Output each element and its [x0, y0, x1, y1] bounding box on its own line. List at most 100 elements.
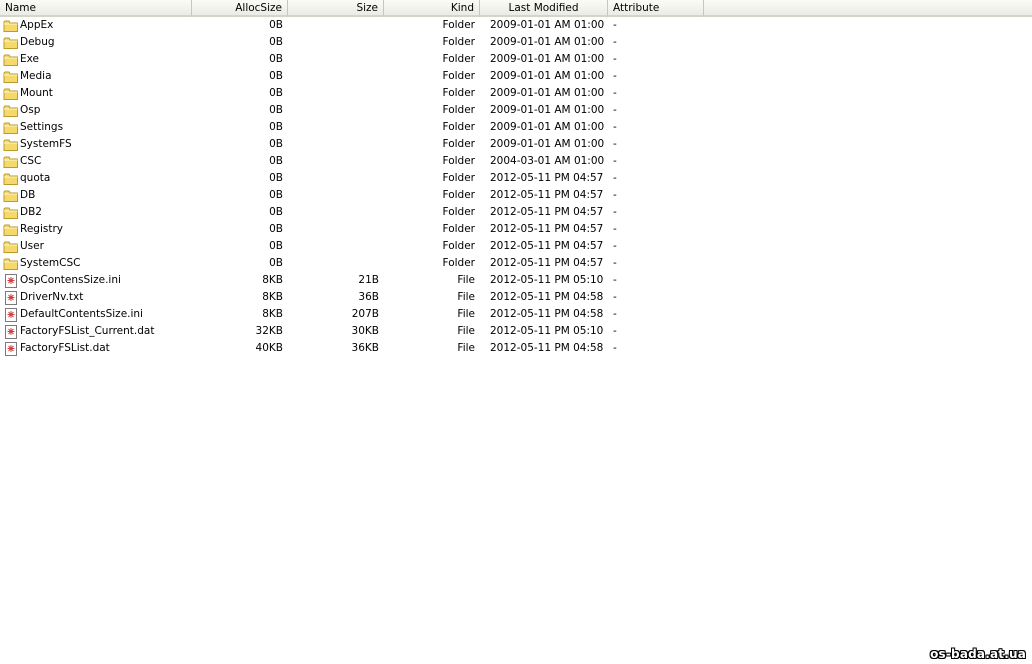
- cell-attribute: -: [613, 223, 617, 235]
- cell-last-modified: 2009-01-01 AM 01:00: [490, 87, 605, 99]
- file-name-label: Media: [20, 70, 52, 82]
- file-icon: [3, 341, 19, 356]
- column-header-last-modified[interactable]: Last Modified: [480, 0, 608, 17]
- file-name-label: SystemFS: [20, 138, 72, 150]
- cell-attribute: -: [613, 104, 617, 116]
- cell-name: Debug: [0, 34, 192, 51]
- cell-kind: File: [457, 342, 475, 354]
- file-name-label: Settings: [20, 121, 64, 133]
- table-row[interactable]: Exe 0B Folder 2009-01-01 AM 01:00-: [0, 51, 1032, 68]
- table-row[interactable]: CSC 0B Folder 2004-03-01 AM 01:00-: [0, 153, 1032, 170]
- file-icon: [3, 273, 19, 288]
- folder-icon: [3, 36, 19, 50]
- column-header-name[interactable]: Name: [0, 0, 192, 17]
- cell-name: DriverNv.txt: [0, 289, 192, 306]
- file-name-label: User: [20, 240, 44, 252]
- cell-name: Media: [0, 68, 192, 85]
- cell-last-modified: 2009-01-01 AM 01:00: [490, 53, 605, 65]
- file-name-label: DB: [20, 189, 36, 201]
- cell-allocsize: 0B: [269, 104, 283, 116]
- cell-name: SystemFS: [0, 136, 192, 153]
- table-row[interactable]: Debug 0B Folder 2009-01-01 AM 01:00-: [0, 34, 1032, 51]
- table-row[interactable]: DefaultContentsSize.ini 8KB 207B File 2012-0…: [0, 306, 1032, 323]
- column-header-attribute[interactable]: Attribute: [608, 0, 704, 17]
- cell-allocsize: 0B: [269, 53, 283, 65]
- cell-allocsize: 0B: [269, 155, 283, 167]
- cell-kind: Folder: [442, 53, 475, 65]
- file-name-label: DB2: [20, 206, 42, 218]
- cell-attribute: -: [613, 308, 617, 320]
- table-row[interactable]: DriverNv.txt 8KB 36B File 2012-05-11 PM 04:5…: [0, 289, 1032, 306]
- table-row[interactable]: FactoryFSList_Current.dat 32KB 30KB File 201…: [0, 323, 1032, 340]
- table-row[interactable]: Mount 0B Folder 2009-01-01 AM 01:00-: [0, 85, 1032, 102]
- column-header-filler: [704, 0, 1032, 17]
- folder-icon: [3, 138, 19, 152]
- folder-icon: [3, 87, 19, 101]
- cell-name: Mount: [0, 85, 192, 102]
- cell-last-modified: 2012-05-11 PM 05:10: [490, 325, 604, 337]
- table-row[interactable]: Osp 0B Folder 2009-01-01 AM 01:00-: [0, 102, 1032, 119]
- cell-kind: Folder: [442, 223, 475, 235]
- cell-attribute: -: [613, 36, 617, 48]
- cell-name: FactoryFSList_Current.dat: [0, 323, 192, 340]
- cell-last-modified: 2012-05-11 PM 04:58: [490, 291, 604, 303]
- file-name-label: Mount: [20, 87, 53, 99]
- table-row[interactable]: AppEx 0B Folder 2009-01-01 AM 01:00-: [0, 17, 1032, 34]
- cell-name: DB: [0, 187, 192, 204]
- cell-kind: Folder: [442, 189, 475, 201]
- table-row[interactable]: DB2 0B Folder 2012-05-11 PM 04:57-: [0, 204, 1032, 221]
- cell-kind: File: [457, 325, 475, 337]
- table-row[interactable]: DB 0B Folder 2012-05-11 PM 04:57-: [0, 187, 1032, 204]
- column-header-kind[interactable]: Kind: [384, 0, 480, 17]
- cell-kind: Folder: [442, 138, 475, 150]
- cell-attribute: -: [613, 19, 617, 31]
- file-name-label: DefaultContentsSize.ini: [20, 308, 143, 320]
- cell-kind: File: [457, 308, 475, 320]
- table-row[interactable]: SystemCSC 0B Folder 2012-05-11 PM 04:57-: [0, 255, 1032, 272]
- file-name-label: quota: [20, 172, 51, 184]
- cell-size: [288, 17, 384, 34]
- cell-size: [288, 255, 384, 272]
- cell-attribute: -: [613, 121, 617, 133]
- cell-attribute: -: [613, 172, 617, 184]
- cell-size: [288, 102, 384, 119]
- cell-allocsize: 0B: [269, 36, 283, 48]
- cell-last-modified: 2012-05-11 PM 05:10: [490, 274, 604, 286]
- cell-last-modified: 2012-05-11 PM 04:58: [490, 308, 604, 320]
- table-row[interactable]: Settings 0B Folder 2009-01-01 AM 01:00-: [0, 119, 1032, 136]
- cell-allocsize: 40KB: [255, 342, 283, 354]
- cell-kind: Folder: [442, 206, 475, 218]
- folder-icon: [3, 189, 19, 203]
- cell-attribute: -: [613, 240, 617, 252]
- column-header-allocsize[interactable]: AllocSize: [192, 0, 288, 17]
- table-row[interactable]: OspContensSize.ini 8KB 21B File 2012-05-11 P…: [0, 272, 1032, 289]
- table-row[interactable]: FactoryFSList.dat 40KB 36KB File 2012-05-11 …: [0, 340, 1032, 357]
- cell-size: [288, 153, 384, 170]
- cell-kind: Folder: [442, 87, 475, 99]
- cell-kind: Folder: [442, 36, 475, 48]
- cell-size: 36KB: [351, 342, 379, 354]
- cell-name: User: [0, 238, 192, 255]
- folder-icon: [3, 70, 19, 84]
- table-row[interactable]: User 0B Folder 2012-05-11 PM 04:57-: [0, 238, 1032, 255]
- cell-allocsize: 0B: [269, 257, 283, 269]
- file-name-label: OspContensSize.ini: [20, 274, 121, 286]
- cell-kind: File: [457, 291, 475, 303]
- cell-last-modified: 2009-01-01 AM 01:00: [490, 19, 605, 31]
- cell-allocsize: 0B: [269, 138, 283, 150]
- column-header-size[interactable]: Size: [288, 0, 384, 17]
- table-row[interactable]: SystemFS 0B Folder 2009-01-01 AM 01:00-: [0, 136, 1032, 153]
- table-row[interactable]: Media 0B Folder 2009-01-01 AM 01:00-: [0, 68, 1032, 85]
- cell-name: DefaultContentsSize.ini: [0, 306, 192, 323]
- table-row[interactable]: Registry 0B Folder 2012-05-11 PM 04:57-: [0, 221, 1032, 238]
- cell-name: CSC: [0, 153, 192, 170]
- cell-size: [288, 170, 384, 187]
- cell-allocsize: 0B: [269, 70, 283, 82]
- cell-name: Osp: [0, 102, 192, 119]
- cell-size: [288, 204, 384, 221]
- cell-size: 21B: [358, 274, 379, 286]
- cell-allocsize: 8KB: [262, 291, 283, 303]
- watermark-text: os-bada.at.ua: [930, 647, 1026, 661]
- cell-attribute: -: [613, 138, 617, 150]
- table-row[interactable]: quota 0B Folder 2012-05-11 PM 04:57-: [0, 170, 1032, 187]
